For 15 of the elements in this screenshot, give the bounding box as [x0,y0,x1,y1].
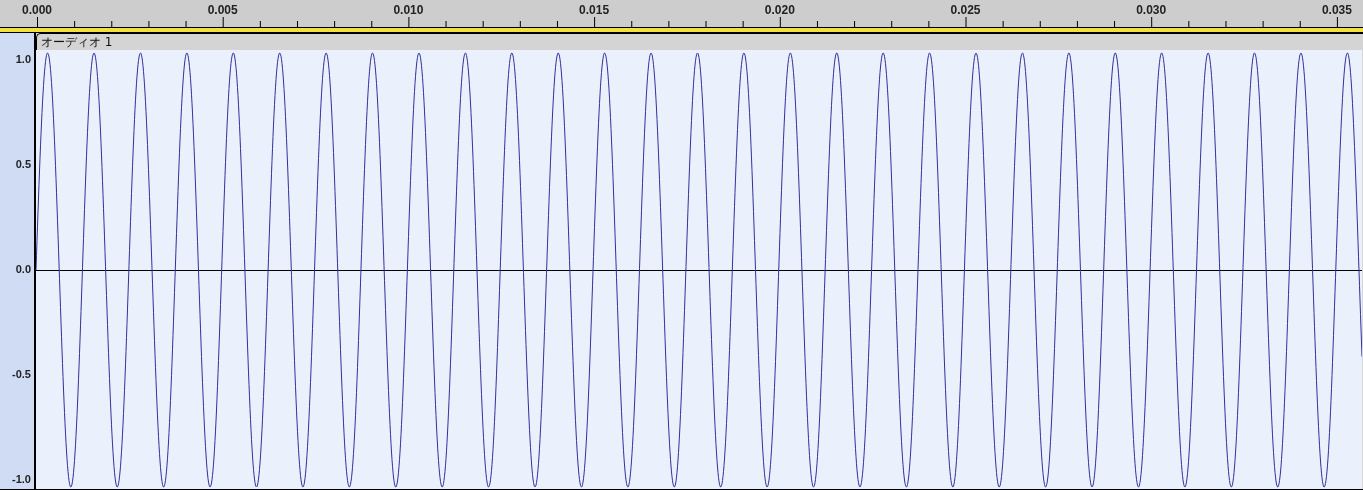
ruler-label: 0.015 [579,3,610,17]
scale-label: -0.5 [12,368,31,380]
ruler-label: 0.000 [22,3,52,17]
ruler-label: 0.005 [207,3,238,17]
time-ruler[interactable]: 0.000 0.005 0.010 0.015 0.020 0.025 0.030 0.035 [0,0,1363,27]
ruler-label: 0.030 [1136,3,1167,17]
track-name-bar[interactable]: オーディオ 1 [36,33,1363,50]
scale-label: 0.5 [15,158,31,170]
scale-label: 1.0 [15,53,31,65]
scale-label: 0.0 [15,263,31,275]
ruler-label: 0.035 [1321,3,1352,17]
ruler-label: 0.020 [764,3,795,17]
scale-label: -1.0 [12,473,31,485]
ruler-label: 0.025 [950,3,981,17]
ruler-label: 0.010 [393,3,424,17]
